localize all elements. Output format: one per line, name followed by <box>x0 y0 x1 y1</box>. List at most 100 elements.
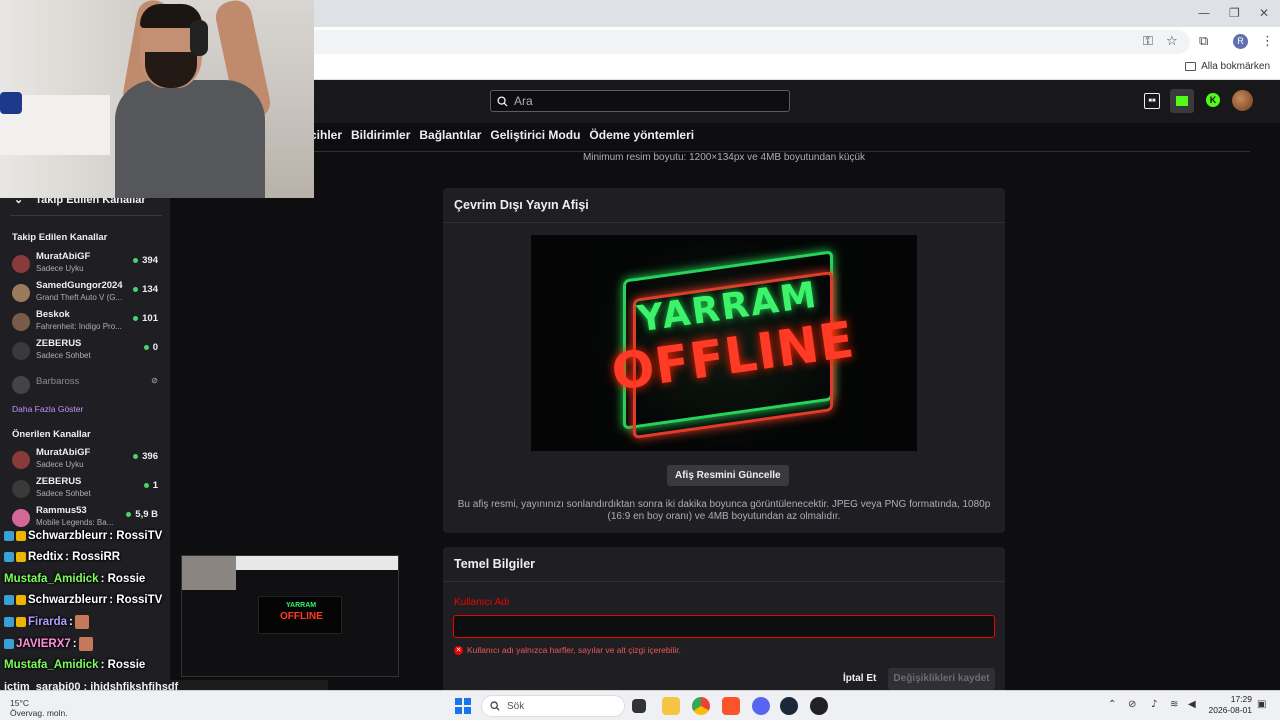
speaker-icon[interactable]: ◀ <box>1188 699 1196 710</box>
chat-user: Mustafa_Amidick <box>4 659 99 671</box>
channel-category: Sadece Sohbet <box>36 489 91 498</box>
wifi-icon[interactable]: ≋ <box>1170 699 1178 710</box>
discord-icon[interactable] <box>752 697 770 715</box>
minimize-icon[interactable]: — <box>1198 6 1210 20</box>
extensions-icon[interactable]: ⧉ <box>1199 34 1208 49</box>
channel-name: MuratAbiGF <box>36 251 91 262</box>
channel-name: ZEBERUS <box>36 338 82 349</box>
channel-name: Barbaross <box>36 376 80 387</box>
recommended-heading: Önerilen Kanallar <box>12 429 91 440</box>
all-bookmarks[interactable]: Alla bokmärken <box>1185 61 1270 72</box>
tab-connections[interactable]: Bağlantılar <box>419 128 481 142</box>
channel-name: MuratAbiGF <box>36 447 91 458</box>
channel-category: Sadece Sohbet <box>36 351 91 360</box>
live-dot-icon <box>143 483 149 488</box>
avatar <box>12 509 30 527</box>
task-view-icon[interactable] <box>632 699 646 713</box>
chat-user: Redtix <box>28 551 64 563</box>
chevron-up-icon[interactable]: ⌃ <box>1108 699 1116 710</box>
search-icon <box>497 95 508 107</box>
search-icon <box>490 701 500 711</box>
menu-icon[interactable]: ⋮ <box>1261 34 1274 49</box>
key-icon[interactable]: ⚿ <box>1143 34 1153 49</box>
username-field[interactable] <box>453 615 995 638</box>
all-bookmarks-label: Alla bokmärken <box>1201 61 1270 72</box>
star-icon[interactable]: ☆ <box>1166 34 1178 49</box>
channel-category: Mobile Legends: Ba... <box>36 518 114 527</box>
chat-text: : RossiTV <box>109 594 163 606</box>
sidebar-item-followed[interactable]: Beskok Fahrenheit: Indigo Pro... 101 <box>10 309 162 337</box>
microphone-icon[interactable]: ♪ <box>1151 699 1157 710</box>
chat-message: JAVIERX7 : <box>4 637 93 651</box>
sidebar-item-followed[interactable]: ZEBERUS Sadece Sohbet 0 <box>10 338 162 366</box>
avatar <box>12 313 30 331</box>
brave-icon[interactable] <box>722 697 740 715</box>
channel-name: SamedGungor2024 <box>36 280 123 291</box>
tab-developer-mode[interactable]: Geliştirici Modu <box>490 128 580 142</box>
sidebar-item-recommended[interactable]: MuratAbiGF Sadece Uyku 396 <box>10 447 162 475</box>
username-label: Kullanıcı Adı <box>454 597 510 608</box>
chat-message: Firarda : <box>4 615 89 629</box>
network-off-icon[interactable]: ⊘ <box>1128 699 1136 710</box>
update-banner-button[interactable]: Afiş Resmini Güncelle <box>667 465 789 486</box>
kick-icon[interactable]: K <box>1206 93 1220 107</box>
sidebar-item-recommended[interactable]: ZEBERUS Sadece Sohbet 1 <box>10 476 162 504</box>
notification-icon[interactable]: ▣ <box>1257 699 1266 710</box>
chrome-icon[interactable] <box>692 697 710 715</box>
badge-icon <box>16 531 26 541</box>
sidebar-item-followed[interactable]: MuratAbiGF Sadece Uyku 394 <box>10 251 162 279</box>
show-more-link[interactable]: Daha Fazla Göster <box>12 404 83 414</box>
emote-icon <box>74 615 89 629</box>
channel-category: Sadece Uyku <box>36 264 84 273</box>
badge-icon <box>4 595 14 605</box>
chat-text: : <box>69 616 73 628</box>
weather-widget[interactable]: 15°C Övervag. moln. <box>10 698 68 718</box>
viewer-count-value: 0 <box>152 342 158 353</box>
avatar <box>12 284 30 302</box>
tv-icon[interactable]: ■■ <box>1144 93 1160 109</box>
steam-icon[interactable] <box>780 697 798 715</box>
chat-message: Schwarzbleurr : RossiTV <box>4 530 162 542</box>
live-dot-icon <box>133 258 139 263</box>
sidebar-item-recommended[interactable]: Rammus53 Mobile Legends: Ba... 5,9 B <box>10 505 162 533</box>
avatar <box>12 255 30 273</box>
panel-divider <box>443 222 1005 223</box>
tab-preferences[interactable]: cihler <box>310 128 342 142</box>
viewer-count: 1 <box>143 480 158 491</box>
chat-text: : <box>72 638 77 650</box>
clock[interactable]: 17:29 2026-08-01 <box>1208 694 1252 716</box>
search-input[interactable]: Ara <box>490 90 790 112</box>
tab-payment-methods[interactable]: Ödeme yöntemleri <box>589 128 694 142</box>
close-icon[interactable]: ✕ <box>1259 6 1269 20</box>
profile-avatar[interactable]: R <box>1233 34 1248 49</box>
sidebar-item-followed[interactable]: SamedGungor2024 Grand Theft Auto V (G...… <box>10 280 162 308</box>
tab-notifications[interactable]: Bildirimler <box>351 128 410 142</box>
badge-icon <box>4 552 14 562</box>
cancel-button[interactable]: İptal Et <box>843 673 876 684</box>
badge-icon <box>16 617 26 627</box>
file-explorer-icon[interactable] <box>662 697 680 715</box>
preview-text-top: YARRAM <box>286 602 317 609</box>
webcam-overlay <box>0 0 314 198</box>
live-dot-icon <box>143 345 149 350</box>
obs-icon[interactable] <box>810 697 828 715</box>
chat-text: : RossiTV <box>109 530 163 542</box>
channel-name: Beskok <box>36 309 70 320</box>
dashboard-icon[interactable] <box>1170 89 1194 113</box>
chat-text: : RossiRR <box>65 551 121 563</box>
error-text: Kullanıcı adı yalnızca harfler, sayılar … <box>467 645 682 655</box>
save-button[interactable]: Değişiklikleri kaydet <box>888 668 995 690</box>
viewer-count-value: 5,9 B <box>135 509 158 520</box>
panel-title: Çevrim Dışı Yayın Afişi <box>454 198 589 212</box>
badge-icon <box>4 531 14 541</box>
address-bar[interactable] <box>300 30 1190 54</box>
min-size-note: Minimum resim boyutu: 1200×134px ve 4MB … <box>582 152 866 163</box>
chat-text: : Rossie <box>100 659 146 671</box>
restore-icon[interactable]: ❐ <box>1229 6 1240 20</box>
chat-message: Mustafa_Amidick : Rossie <box>4 573 145 585</box>
user-avatar[interactable] <box>1232 90 1253 111</box>
taskbar-search[interactable]: Sök <box>481 695 625 717</box>
sidebar-item-followed-offline[interactable]: Barbaross ⊘ <box>10 372 162 400</box>
start-icon[interactable] <box>455 698 471 714</box>
live-dot-icon <box>133 454 139 459</box>
